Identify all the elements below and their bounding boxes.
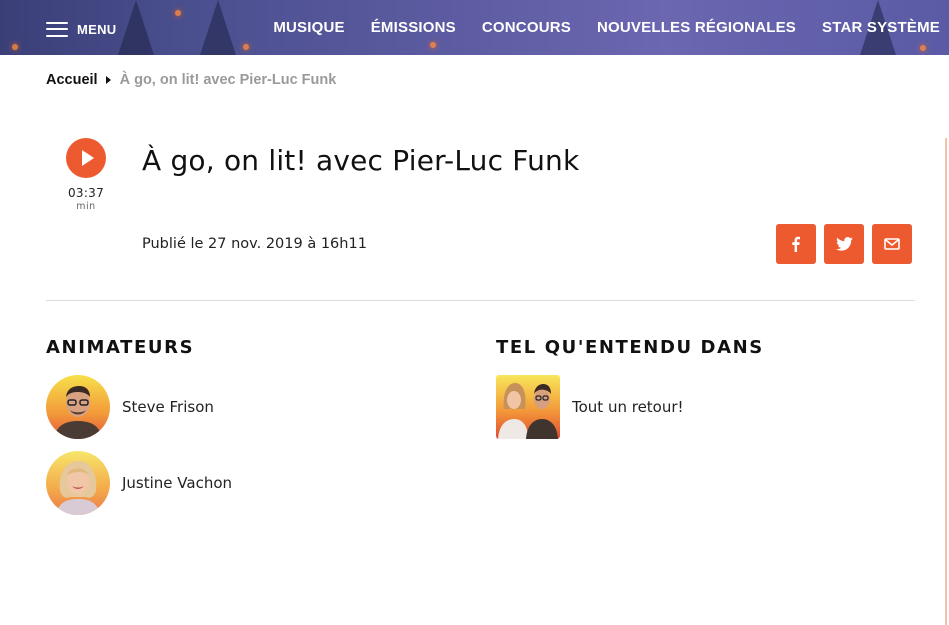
top-navigation-bar: MENU MUSIQUE ÉMISSIONS CONCOURS NOUVELLE… <box>0 0 949 55</box>
page-title: À go, on lit! avec Pier-Luc Funk <box>142 144 580 177</box>
breadcrumb: Accueil À go, on lit! avec Pier-Luc Funk <box>46 72 336 88</box>
share-buttons <box>776 224 912 264</box>
menu-label: MENU <box>77 21 117 37</box>
share-twitter-button[interactable] <box>824 224 864 264</box>
email-icon <box>884 238 900 250</box>
breadcrumb-current: À go, on lit! avec Pier-Luc Funk <box>119 72 337 88</box>
host-avatar <box>46 451 110 515</box>
nav-item-musique[interactable]: MUSIQUE <box>273 19 344 36</box>
host-name: Steve Frison <box>122 398 214 416</box>
breadcrumb-home-link[interactable]: Accueil <box>46 72 98 88</box>
play-button[interactable] <box>66 138 106 178</box>
section-divider <box>46 300 915 301</box>
twitter-icon <box>835 237 853 251</box>
heard-in-heading: TEL QU'ENTENDU DANS <box>496 337 764 358</box>
play-icon <box>82 150 94 166</box>
show-thumbnail <box>496 375 560 439</box>
duration-time: 03:37 <box>67 186 105 200</box>
right-accent-line <box>945 138 947 625</box>
share-email-button[interactable] <box>872 224 912 264</box>
background-light-decoration <box>12 44 18 50</box>
background-tree-decoration <box>118 0 154 55</box>
nav-item-emissions[interactable]: ÉMISSIONS <box>371 19 456 36</box>
hamburger-icon <box>46 21 68 37</box>
facebook-icon <box>792 236 800 252</box>
menu-button[interactable]: MENU <box>46 18 116 40</box>
duration-unit: min <box>76 201 96 212</box>
host-item[interactable]: Justine Vachon <box>46 451 232 515</box>
nav-item-nouvelles-regionales[interactable]: NOUVELLES RÉGIONALES <box>597 19 796 36</box>
main-nav: MUSIQUE ÉMISSIONS CONCOURS NOUVELLES RÉG… <box>273 0 940 55</box>
show-name: Tout un retour! <box>572 398 684 416</box>
audio-duration: 03:37 min <box>56 186 116 212</box>
caret-right-icon <box>105 76 111 84</box>
background-tree-decoration <box>200 0 236 55</box>
hosts-heading: ANIMATEURS <box>46 337 195 358</box>
host-avatar <box>46 375 110 439</box>
nav-item-concours[interactable]: CONCOURS <box>482 19 571 36</box>
nav-item-star-systeme[interactable]: STAR SYSTÈME <box>822 19 940 36</box>
published-date: Publié le 27 nov. 2019 à 16h11 <box>142 236 367 252</box>
share-facebook-button[interactable] <box>776 224 816 264</box>
host-item[interactable]: Steve Frison <box>46 375 214 439</box>
background-light-decoration <box>175 10 181 16</box>
background-light-decoration <box>243 44 249 50</box>
host-name: Justine Vachon <box>122 474 233 492</box>
show-item[interactable]: Tout un retour! <box>496 375 684 439</box>
